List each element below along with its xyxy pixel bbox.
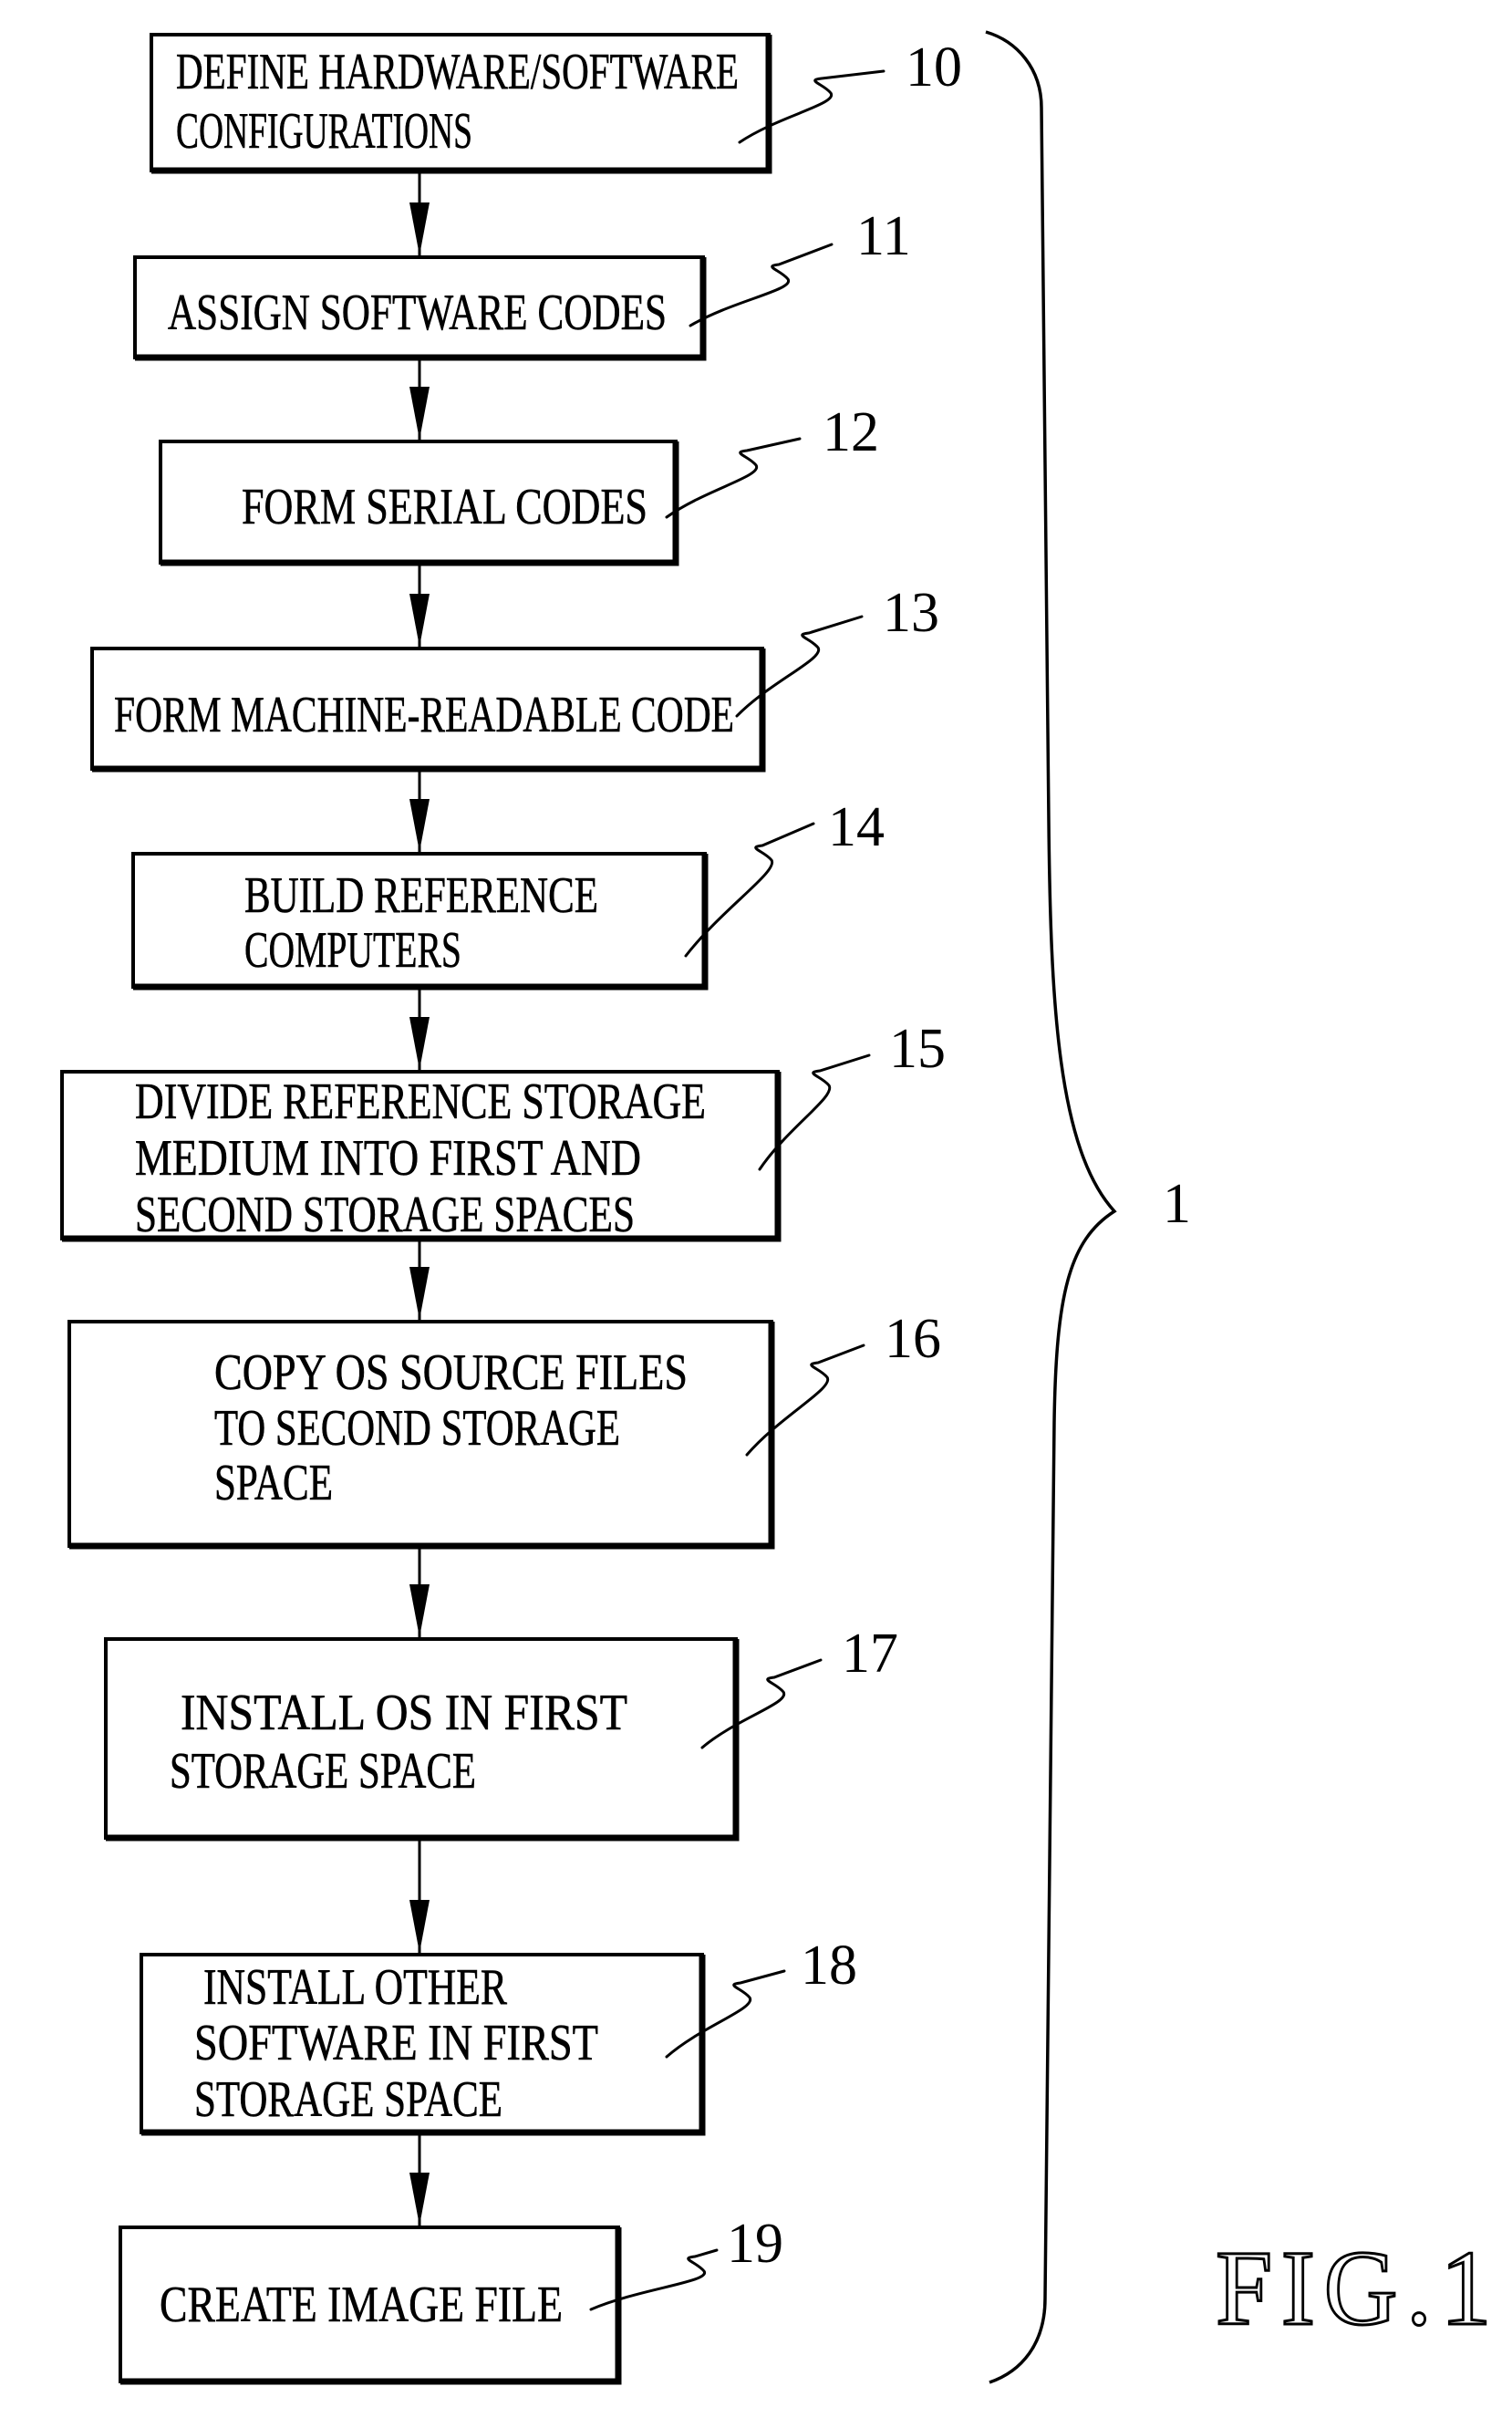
step-label-line: FORM SERIAL CODES — [242, 479, 647, 535]
arrow-head-icon — [409, 1900, 430, 1953]
flow-arrow-15-16 — [409, 1241, 430, 1320]
flow-arrow-16-17 — [409, 1549, 430, 1637]
group-brace — [985, 30, 1117, 2384]
arrow-head-icon — [409, 2173, 430, 2226]
arrow-head-icon — [409, 1267, 430, 1320]
flow-arrow-14-15 — [409, 990, 430, 1070]
reference-numeral-18: 18 — [801, 1935, 857, 1997]
step-label-line: TO SECOND STORAGE — [214, 1400, 620, 1457]
flow-arrow-11-12 — [409, 360, 430, 440]
step-label-line: INSTALL OS IN FIRST — [181, 1685, 627, 1741]
step-label-line: SOFTWARE IN FIRST — [194, 2015, 598, 2071]
reference-numeral-14: 14 — [828, 796, 885, 858]
step-label-line: DIVIDE REFERENCE STORAGE — [135, 1074, 706, 1130]
step-label-line: FORM MACHINE-READABLE CODE — [114, 687, 734, 743]
reference-numeral-15: 15 — [889, 1018, 946, 1080]
flow-arrow-18-19 — [409, 2135, 430, 2226]
step-label-line: DEFINE HARDWARE/SOFTWARE — [176, 44, 739, 100]
arrow-head-icon — [409, 387, 430, 440]
flowchart-diagram: DEFINE HARDWARE/SOFTWARECONFIGURATIONS AS… — [60, 30, 1500, 2385]
step-label-line: CREATE IMAGE FILE — [160, 2277, 563, 2333]
step-box-17: INSTALL OS IN FIRSTSTORAGE SPACE — [104, 1637, 740, 1842]
arrow-head-icon — [409, 594, 430, 647]
step-label-line: SPACE — [214, 1455, 333, 1511]
group-reference-label: 1 — [1163, 1173, 1191, 1235]
step-box-11: ASSIGN SOFTWARE CODES — [133, 255, 707, 361]
flow-arrow-12-13 — [409, 565, 430, 647]
reference-numeral-12: 12 — [823, 401, 879, 463]
reference-numeral-19: 19 — [727, 2213, 783, 2275]
arrow-head-icon — [409, 1017, 430, 1070]
step-label-line: CONFIGURATIONS — [176, 103, 472, 160]
flow-arrow-10-11 — [409, 173, 430, 255]
leader-line-12 — [665, 437, 802, 519]
step-label-line: SECOND STORAGE SPACES — [135, 1187, 635, 1243]
reference-numeral-10: 10 — [906, 36, 962, 99]
step-label-line: BUILD REFERENCE — [244, 867, 598, 924]
step-box-12: FORM SERIAL CODES — [159, 440, 679, 566]
step-box-19: CREATE IMAGE FILE — [119, 2226, 622, 2385]
leader-line-11 — [689, 243, 834, 327]
reference-numeral-17: 17 — [842, 1623, 898, 1685]
step-label-line: STORAGE SPACE — [194, 2071, 502, 2128]
arrow-head-icon — [409, 202, 430, 255]
figure-label: FIG.1 — [1216, 2228, 1500, 2348]
step-label-line: STORAGE SPACE — [170, 1743, 476, 1800]
step-box-14: BUILD REFERENCECOMPUTERS — [131, 852, 709, 991]
arrow-head-icon — [409, 799, 430, 852]
step-label-line: ASSIGN SOFTWARE CODES — [168, 285, 667, 341]
step-box-13: FORM MACHINE-READABLE CODE — [90, 647, 766, 773]
reference-numeral-11: 11 — [856, 205, 911, 267]
arrow-head-icon — [409, 1584, 430, 1637]
step-label-line: INSTALL OTHER — [203, 1959, 507, 2016]
step-label-line: COMPUTERS — [244, 922, 461, 979]
step-box-15: DIVIDE REFERENCE STORAGEMEDIUM INTO FIRS… — [60, 1070, 782, 1243]
step-label-line: COPY OS SOURCE FILES — [214, 1344, 688, 1401]
reference-numeral-13: 13 — [883, 582, 939, 644]
step-box-10: DEFINE HARDWARE/SOFTWARECONFIGURATIONS — [150, 33, 772, 174]
flow-arrow-13-14 — [409, 772, 430, 852]
step-label-line: MEDIUM INTO FIRST AND — [135, 1130, 641, 1187]
step-box-16: COPY OS SOURCE FILESTO SECOND STORAGESPA… — [67, 1320, 775, 1550]
step-box-18: INSTALL OTHERSOFTWARE IN FIRSTSTORAGE SP… — [140, 1953, 706, 2136]
reference-numeral-16: 16 — [885, 1308, 941, 1370]
flow-arrow-17-18 — [409, 1841, 430, 1953]
